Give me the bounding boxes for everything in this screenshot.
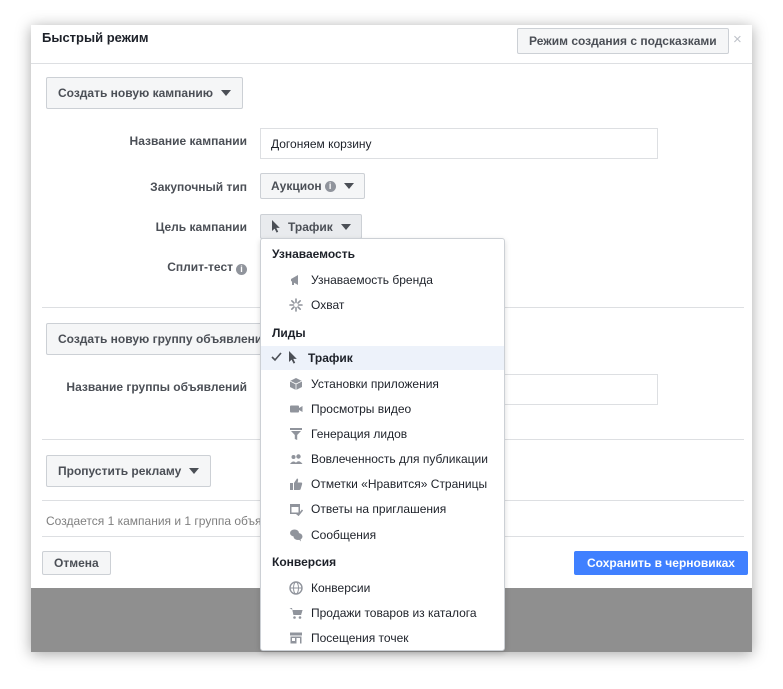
- campaign-goal-label: Цель кампании: [155, 220, 247, 234]
- create-campaign-button[interactable]: Создать новую кампанию: [46, 77, 243, 109]
- menu-item-label: Отметки «Нравится» Страницы: [311, 477, 488, 491]
- create-adset-button[interactable]: Создать новую группу объявлений: [46, 323, 282, 355]
- info-icon: i: [324, 180, 336, 192]
- chevron-down-icon: [189, 468, 200, 474]
- menu-item-label: Просмотры видео: [311, 402, 412, 416]
- skip-ad-button[interactable]: Пропустить рекламу: [46, 455, 212, 487]
- skip-ad-label: Пропустить рекламу: [58, 464, 182, 478]
- funnel-icon: [289, 427, 303, 441]
- buying-type-label: Закупочный тип: [150, 180, 247, 194]
- menu-item-label: Сообщения: [311, 528, 377, 542]
- globe-icon: [289, 581, 303, 595]
- cursor-icon: [271, 220, 281, 233]
- save-draft-button[interactable]: Сохранить в черновиках: [574, 551, 748, 575]
- calendar-check-icon: [289, 502, 303, 516]
- campaign-goal-dropdown[interactable]: Трафик: [260, 214, 362, 239]
- dialog-title: Быстрый режим: [42, 30, 149, 45]
- menu-section-title: Лиды: [272, 326, 306, 340]
- thumbs-up-icon: [289, 477, 303, 491]
- campaign-goal-value: Трафик: [288, 219, 333, 234]
- cart-icon: [289, 606, 303, 620]
- menu-item-messages[interactable]: Сообщения: [261, 523, 504, 547]
- menu-item-label: Посещения точек: [311, 631, 409, 645]
- video-camera-icon: [289, 402, 303, 416]
- chat-bubbles-icon: [289, 528, 303, 542]
- menu-item-label: Ответы на приглашения: [311, 502, 447, 516]
- megaphone-icon: [289, 273, 303, 287]
- create-campaign-label: Создать новую кампанию: [58, 86, 213, 100]
- menu-item-label: Продажи товаров из каталога: [311, 606, 477, 620]
- chevron-down-icon: [343, 183, 354, 189]
- cube-icon: [289, 377, 303, 391]
- split-test-text: Сплит-тест: [167, 260, 233, 274]
- chevron-down-icon: [220, 90, 231, 96]
- menu-item-conversions[interactable]: Конверсии: [261, 576, 504, 600]
- cursor-icon: [288, 351, 302, 365]
- menu-item-traffic[interactable]: Трафик: [261, 346, 504, 370]
- campaign-name-label: Название кампании: [129, 134, 247, 148]
- menu-item-event-responses[interactable]: Ответы на приглашения: [261, 497, 504, 521]
- buying-type-dropdown[interactable]: Аукцион i: [260, 173, 365, 199]
- creation-summary: Создается 1 кампания и 1 группа объявл: [46, 514, 275, 528]
- close-icon[interactable]: ×: [733, 31, 742, 48]
- menu-item-lead-generation[interactable]: Генерация лидов: [261, 422, 504, 446]
- campaign-name-input[interactable]: Догоняем корзину: [260, 128, 658, 159]
- check-icon: [271, 351, 282, 362]
- menu-item-reach[interactable]: Охват: [261, 293, 504, 317]
- menu-item-page-likes[interactable]: Отметки «Нравится» Страницы: [261, 472, 504, 496]
- adset-name-label: Название группы объявлений: [66, 380, 247, 394]
- split-test-label: Сплит-тест i: [167, 260, 247, 275]
- menu-item-label: Конверсии: [311, 581, 371, 595]
- store-icon: [289, 631, 303, 645]
- asterisk-icon: [289, 298, 303, 312]
- menu-item-app-installs[interactable]: Установки приложения: [261, 372, 504, 396]
- guided-mode-button[interactable]: Режим создания с подсказками: [517, 28, 729, 54]
- menu-item-label: Вовлеченность для публикации: [311, 452, 488, 466]
- info-icon: i: [236, 264, 247, 275]
- menu-section-title: Конверсия: [272, 555, 337, 569]
- menu-item-catalog-sales[interactable]: Продажи товаров из каталога: [261, 601, 504, 625]
- menu-item-video-views[interactable]: Просмотры видео: [261, 397, 504, 421]
- menu-item-label: Охват: [311, 298, 345, 312]
- menu-item-label: Установки приложения: [311, 377, 439, 391]
- people-icon: [289, 452, 303, 466]
- menu-item-brand-awareness[interactable]: Узнаваемость бренда: [261, 268, 504, 292]
- create-adset-label: Создать новую группу объявлений: [58, 332, 270, 346]
- menu-item-post-engagement[interactable]: Вовлеченность для публикации: [261, 447, 504, 471]
- cancel-button[interactable]: Отмена: [42, 551, 111, 575]
- buying-type-value: Аукцион: [271, 179, 322, 193]
- chevron-down-icon: [340, 223, 351, 230]
- menu-item-label: Трафик: [308, 351, 353, 365]
- campaign-goal-menu: Узнаваемость Узнаваемость бренда Охват Л…: [260, 238, 505, 651]
- menu-item-store-visits[interactable]: Посещения точек: [261, 626, 504, 650]
- menu-section-title: Узнаваемость: [272, 247, 355, 261]
- menu-item-label: Узнаваемость бренда: [311, 273, 433, 287]
- menu-item-label: Генерация лидов: [311, 427, 408, 441]
